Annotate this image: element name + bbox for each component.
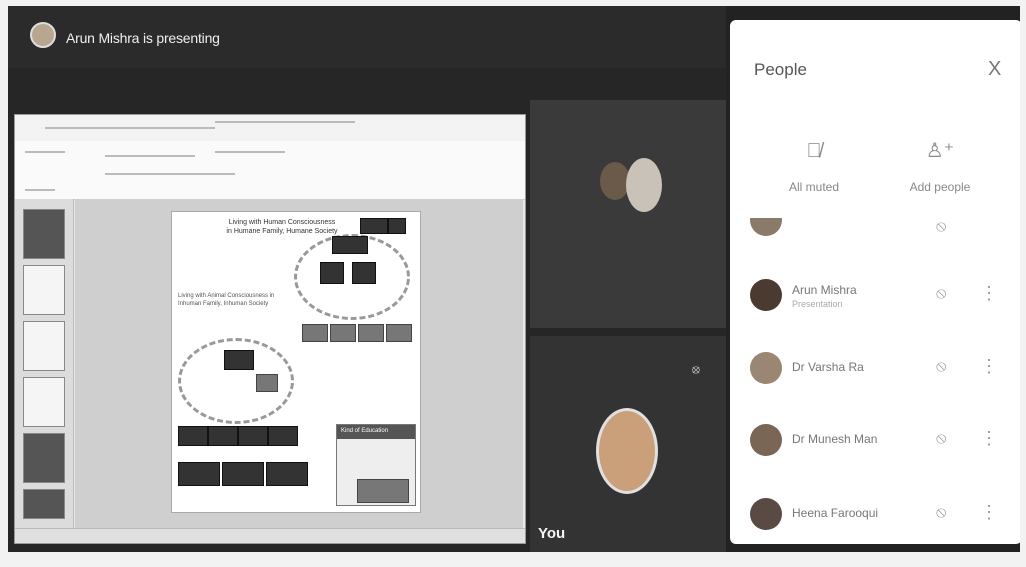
add-person-icon: ♙⁺	[925, 140, 955, 162]
slide-thumbnails	[15, 199, 74, 529]
slide-shape	[386, 324, 412, 342]
slide-canvas: Living with Human Consciousness in Human…	[171, 211, 421, 513]
participant-row[interactable]: ⦸	[730, 218, 1020, 240]
participant-name: Arun Mishra	[792, 283, 857, 297]
slide-thumbnail	[23, 265, 65, 315]
participant-tile[interactable]	[530, 100, 726, 328]
participant-row[interactable]: Dr Munesh Man ⦸ ⋮	[730, 420, 1020, 460]
people-panel: People X 🎙̸ All muted ♙⁺ Add people ⦸ Ar…	[730, 20, 1020, 544]
panel-title: People	[754, 60, 807, 79]
more-options-icon[interactable]: ⋮	[980, 356, 998, 377]
participant-name: Dr Munesh Man	[792, 432, 878, 446]
mic-off-icon[interactable]: ⦸	[936, 218, 946, 236]
participant-name: Heena Farooqui	[792, 506, 879, 520]
avatar	[750, 218, 782, 236]
mic-off-icon[interactable]: ⦸	[936, 358, 946, 376]
slide-shape	[222, 462, 264, 486]
slide-thumbnail	[23, 377, 65, 427]
slide-shape	[352, 262, 376, 284]
avatar	[750, 424, 782, 456]
ribbon-group	[105, 173, 235, 175]
participant-face	[626, 158, 662, 212]
more-options-icon[interactable]: ⋮	[980, 428, 998, 449]
slide-shape	[302, 324, 328, 342]
participant-row[interactable]: Arun Mishra Presentation ⦸ ⋮	[730, 275, 1020, 315]
slide-shape	[358, 324, 384, 342]
slide-shape	[178, 426, 208, 446]
more-options-icon[interactable]: ⋮	[980, 283, 998, 304]
slide-thumbnail	[23, 433, 65, 483]
ribbon-group	[25, 151, 65, 153]
presenter-avatar	[30, 22, 56, 48]
slide-thumbnail	[23, 489, 65, 519]
mic-off-icon: 🎙̸	[806, 140, 822, 162]
mic-off-icon: ⦻	[692, 362, 700, 376]
shared-screen: Living with Human Consciousness in Human…	[14, 114, 526, 544]
participant-row[interactable]: Dr Varsha Ra ⦸ ⋮	[730, 348, 1020, 388]
slide-shape	[330, 324, 356, 342]
ribbon-group	[215, 151, 285, 153]
close-button[interactable]: X	[988, 58, 1001, 81]
slide-shape	[332, 236, 368, 254]
avatar	[750, 279, 782, 311]
slide-shape	[224, 350, 254, 370]
slide-shape	[238, 426, 268, 446]
mic-off-icon[interactable]: ⦸	[936, 430, 946, 448]
slide-editor: Living with Human Consciousness in Human…	[75, 199, 523, 529]
slide-shape	[178, 462, 220, 486]
education-legend: Kind of Education	[336, 424, 416, 506]
slide-thumbnail	[23, 209, 65, 259]
window-title-strip	[215, 121, 355, 123]
status-bar	[15, 528, 525, 543]
mic-off-icon[interactable]: ⦸	[936, 504, 946, 522]
legend-title: Kind of Education	[341, 428, 389, 434]
presenter-bar: Arun Mishra is presenting	[8, 6, 726, 68]
ribbon-tabs	[15, 115, 525, 142]
add-people-label: Add people	[909, 180, 971, 194]
participant-name: Dr Varsha Ra	[792, 360, 864, 374]
slide-side-text: Living with Animal Consciousness in Inhu…	[178, 293, 275, 307]
mute-all-button[interactable]: 🎙̸ All muted	[754, 138, 874, 194]
you-label: You	[538, 525, 566, 542]
add-people-button[interactable]: ♙⁺ Add people	[880, 138, 1000, 194]
slide-title: Living with Human Consciousness in Human…	[202, 218, 362, 236]
legend-header: Kind of Education	[337, 425, 415, 439]
slide-title-line1: Living with Human Consciousness	[228, 219, 336, 226]
meeting-window: Arun Mishra is presenting Living with Hu…	[8, 6, 1020, 552]
slide-shape	[360, 218, 388, 234]
slide-shape	[268, 426, 298, 446]
slide-shape	[320, 262, 344, 284]
participant-row[interactable]: Heena Farooqui ⦸ ⋮	[730, 494, 1020, 534]
mic-off-icon[interactable]: ⦸	[936, 285, 946, 303]
slide-shape	[388, 218, 406, 234]
ribbon-toolbar	[15, 141, 525, 200]
avatar	[750, 352, 782, 384]
more-options-icon[interactable]: ⋮	[980, 502, 998, 523]
ribbon-tab-strip	[45, 127, 215, 129]
ribbon-group	[25, 189, 55, 191]
slide-shape	[208, 426, 238, 446]
ribbon-group	[105, 155, 195, 157]
participant-subtitle: Presentation	[792, 299, 843, 309]
avatar	[750, 498, 782, 530]
slide-thumbnail	[23, 321, 65, 371]
mute-all-label: All muted	[788, 180, 840, 194]
slide-shape	[256, 374, 278, 392]
slide-shape	[357, 479, 409, 503]
presenting-text: Arun Mishra is presenting	[66, 30, 220, 46]
self-avatar	[596, 408, 658, 494]
slide-shape	[266, 462, 308, 486]
